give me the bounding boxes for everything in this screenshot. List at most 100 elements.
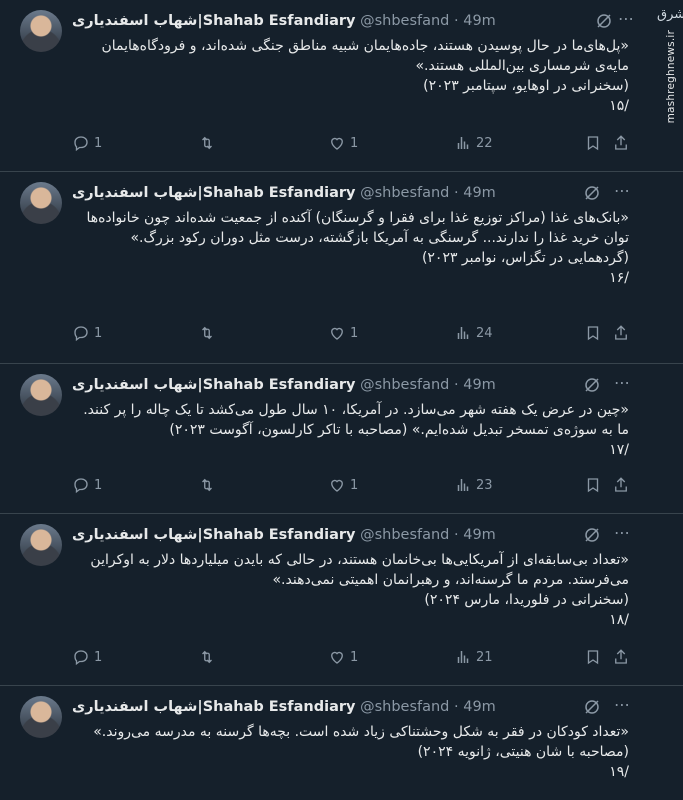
reply-icon [74, 326, 88, 342]
views-button[interactable]: 22 [454, 132, 493, 154]
like-button[interactable]: 1 [328, 322, 358, 344]
bookmark-icon [587, 650, 599, 665]
like-button[interactable]: 1 [328, 474, 358, 496]
tweet-line: (گردهمایی در تگزاس، نوامبر ۲۰۲۳) [421, 250, 629, 266]
display-name-fa[interactable]: شهاب اسفندیاری [72, 527, 197, 543]
handle[interactable]: @shbesfand [360, 527, 449, 543]
display-name-en[interactable]: Shahab Esfandiary [203, 185, 356, 201]
reply-count: 1 [94, 325, 103, 341]
retweet-icon [202, 478, 212, 492]
retweet-icon [202, 326, 212, 340]
display-name-en[interactable]: Shahab Esfandiary [203, 13, 356, 29]
timestamp[interactable]: 49m [463, 527, 496, 543]
bookmark-icon [587, 326, 599, 341]
display-name-fa[interactable]: شهاب اسفندیاری [72, 699, 197, 715]
tweet-line: /۱۶ [609, 270, 629, 286]
share-icon [615, 477, 627, 492]
watermark-site: mashreghnews.ir [665, 30, 677, 124]
timestamp[interactable]: 49m [463, 13, 496, 29]
reply-button[interactable]: 1 [72, 132, 102, 154]
muted-icon[interactable] [595, 12, 613, 30]
tweet-header: شهاب اسفندیاری|Shahab Esfandiary @shbesf… [72, 524, 629, 546]
share-icon [615, 325, 627, 340]
muted-icon[interactable] [583, 526, 601, 544]
retweet-button[interactable] [198, 646, 220, 668]
retweet-button[interactable] [198, 322, 220, 344]
share-button[interactable] [612, 474, 630, 496]
handle[interactable]: @shbesfand [360, 185, 449, 201]
share-button[interactable] [612, 646, 630, 668]
dot-separator: · [454, 185, 459, 201]
views-icon [457, 137, 469, 149]
handle[interactable]: @shbesfand [360, 13, 449, 29]
like-count: 1 [350, 649, 359, 665]
bookmark-button[interactable] [584, 322, 602, 344]
tweet-line: (مصاحبه با شان هنیتی، ژانویه ۲۰۲۴) [417, 744, 629, 760]
display-name-fa[interactable]: شهاب اسفندیاری [72, 13, 197, 29]
tweet[interactable]: شهاب اسفندیاری|Shahab Esfandiary @shbesf… [0, 364, 683, 514]
bookmark-button[interactable] [584, 474, 602, 496]
share-button[interactable] [612, 322, 630, 344]
timestamp[interactable]: 49m [463, 185, 496, 201]
tweet[interactable]: شهاب اسفندیاری|Shahab Esfandiary @shbesf… [0, 514, 683, 686]
tweet-line: (سخنرانی در فلوریدا، مارس ۲۰۲۴) [424, 592, 629, 608]
like-icon [331, 327, 343, 340]
views-button[interactable]: 24 [454, 322, 493, 344]
retweet-button[interactable] [198, 132, 220, 154]
tweet[interactable]: شهاب اسفندیاری|Shahab Esfandiary @shbesf… [0, 172, 683, 364]
tweet[interactable]: شهاب اسفندیاری|Shahab Esfandiary @shbesf… [0, 686, 683, 800]
more-icon[interactable]: ⋯ [617, 10, 635, 28]
tweet-text: «چین در عرض یک هفته شهر می‌سازد. در آمری… [72, 400, 629, 460]
handle[interactable]: @shbesfand [360, 377, 449, 393]
avatar[interactable] [20, 10, 62, 52]
watermark: مشرق mashreghnews.ir [653, 0, 683, 128]
reply-count: 1 [94, 135, 103, 151]
retweet-icon [202, 136, 212, 150]
muted-icon[interactable] [583, 376, 601, 394]
tweet[interactable]: شهاب اسفندیاری|Shahab Esfandiary @shbesf… [0, 0, 683, 172]
views-button[interactable]: 21 [454, 646, 493, 668]
share-icon [615, 649, 627, 664]
reply-icon [74, 650, 88, 666]
reply-icon [74, 136, 88, 152]
like-button[interactable]: 1 [328, 646, 358, 668]
share-button[interactable] [612, 132, 630, 154]
handle[interactable]: @shbesfand [360, 699, 449, 715]
muted-icon[interactable] [583, 698, 601, 716]
bookmark-button[interactable] [584, 646, 602, 668]
timestamp[interactable]: 49m [463, 699, 496, 715]
reply-button[interactable]: 1 [72, 474, 102, 496]
views-button[interactable]: 23 [454, 474, 493, 496]
display-name-en[interactable]: Shahab Esfandiary [203, 527, 356, 543]
retweet-icon [202, 650, 212, 664]
avatar[interactable] [20, 696, 62, 738]
display-name-fa[interactable]: شهاب اسفندیاری [72, 185, 197, 201]
dot-separator: · [454, 377, 459, 393]
more-icon[interactable]: ⋯ [613, 374, 631, 392]
timestamp[interactable]: 49m [463, 377, 496, 393]
action-bar: 1 1 22 [72, 132, 629, 154]
reply-button[interactable]: 1 [72, 646, 102, 668]
tweet-text: «تعداد بی‌سابقه‌ای از آمریکایی‌ها بی‌خان… [72, 550, 629, 630]
like-icon [331, 479, 343, 492]
more-icon[interactable]: ⋯ [613, 696, 631, 714]
avatar[interactable] [20, 374, 62, 416]
display-name-en[interactable]: Shahab Esfandiary [203, 699, 356, 715]
avatar[interactable] [20, 524, 62, 566]
display-name-fa[interactable]: شهاب اسفندیاری [72, 377, 197, 393]
views-count: 23 [476, 477, 493, 493]
more-icon[interactable]: ⋯ [613, 524, 631, 542]
display-name-en[interactable]: Shahab Esfandiary [203, 377, 356, 393]
retweet-button[interactable] [198, 474, 220, 496]
like-icon [331, 137, 343, 150]
dot-separator: · [454, 699, 459, 715]
dot-separator: · [454, 527, 459, 543]
more-icon[interactable]: ⋯ [613, 182, 631, 200]
like-button[interactable]: 1 [328, 132, 358, 154]
tweet-header: شهاب اسفندیاری|Shahab Esfandiary @shbesf… [72, 10, 629, 32]
avatar[interactable] [20, 182, 62, 224]
mashregh-logo: مشرق [657, 7, 683, 22]
bookmark-button[interactable] [584, 132, 602, 154]
muted-icon[interactable] [583, 184, 601, 202]
reply-button[interactable]: 1 [72, 322, 102, 344]
